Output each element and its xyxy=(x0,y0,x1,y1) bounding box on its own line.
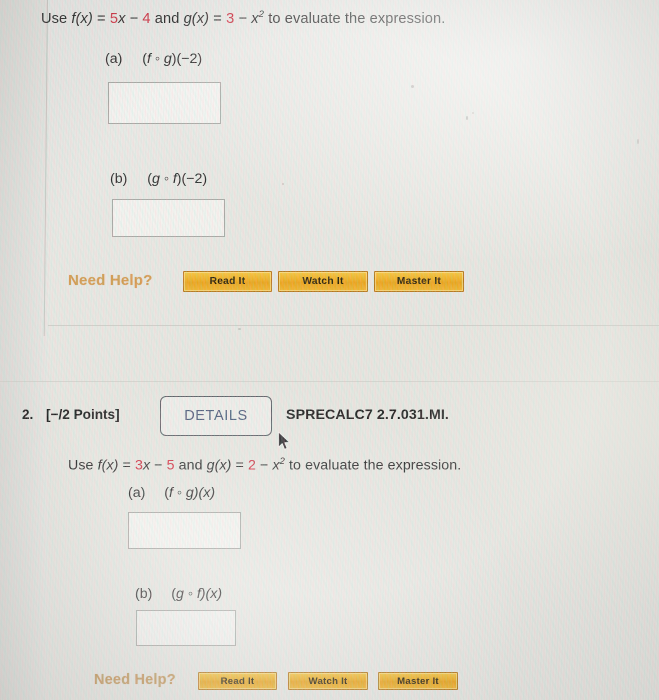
problem1-part-b-tag: (b) xyxy=(110,171,128,187)
problem2-top-divider xyxy=(0,381,659,382)
problem2-f-equals: = xyxy=(118,457,135,474)
screen-speck xyxy=(637,139,639,144)
problem1-g-variable: x xyxy=(251,10,259,27)
problem2-f-coefficient: 3 xyxy=(134,457,143,474)
problem2-g-equals: = xyxy=(231,457,248,474)
problem2-f-minus: − xyxy=(150,457,167,474)
problem2-part-b-label: (b) (g ◦ f)(x) xyxy=(135,586,222,602)
problem1-need-help-label: Need Help? xyxy=(68,272,153,289)
problem2-g-minus: − xyxy=(255,457,273,474)
problem1-part-b-answer-input[interactable] xyxy=(112,199,225,237)
mouse-pointer-icon xyxy=(278,431,290,450)
problem1-part-a-compose-ring: ◦ xyxy=(150,51,164,67)
problem2-watch-it-button[interactable]: Watch It xyxy=(288,672,368,690)
problem1-part-a-func2: g xyxy=(163,51,172,67)
problem2-part-b-func1: g xyxy=(176,586,184,602)
problem2-part-b-compose-ring: ◦ xyxy=(183,586,197,602)
problem2-g-variable: x xyxy=(272,457,280,474)
problem2-master-it-button[interactable]: Master It xyxy=(378,672,458,690)
problem2-part-b-answer-input[interactable] xyxy=(136,610,236,646)
problem1-prompt-post: to evaluate the expression. xyxy=(264,10,446,27)
page-content: Use f(x) = 5x − 4 and g(x) = 3 − x2 to e… xyxy=(0,0,659,700)
problem2-part-a-label: (a) (f ◦ g)(x) xyxy=(128,485,215,501)
problem1-prompt: Use f(x) = 5x − 4 and g(x) = 3 − x2 to e… xyxy=(41,9,445,27)
problem2-read-it-button[interactable]: Read It xyxy=(198,672,277,690)
problem2-part-a-compose-ring: ◦ xyxy=(172,485,186,501)
problem2-question-code: SPRECALC7 2.7.031.MI. xyxy=(286,407,449,423)
problem1-master-it-button[interactable]: Master It xyxy=(374,271,464,292)
problem1-part-a-tag: (a) xyxy=(105,51,123,67)
problem1-part-b-label: (b) (g ◦ f)(−2) xyxy=(110,171,207,187)
problem2-part-b-expr-close: )(x) xyxy=(200,586,223,602)
problem2-f-name: f(x) xyxy=(97,457,119,474)
problem1-part-a-answer-input[interactable] xyxy=(108,82,221,124)
problem1-g-name: g(x) xyxy=(183,10,210,27)
problem2-part-a-tag: (a) xyxy=(128,485,146,501)
problem1-read-it-button[interactable]: Read It xyxy=(183,271,272,292)
problem1-f-minus: − xyxy=(125,10,143,27)
problem2-f-constant: 5 xyxy=(166,457,175,474)
problem2-part-a-func2: g xyxy=(185,485,194,501)
screen-speck xyxy=(282,183,284,185)
problem1-and: and xyxy=(150,10,184,27)
problem1-part-a-expr-close: )(−2) xyxy=(171,51,203,67)
problem2-and: and xyxy=(174,457,207,474)
problem1-bottom-divider xyxy=(48,325,659,326)
problem2-prompt-pre: Use xyxy=(68,457,98,474)
problem1-g-equals: = xyxy=(209,10,227,27)
problem1-watch-it-button[interactable]: Watch It xyxy=(278,271,368,292)
problem2-points-badge: [−/2 Points] xyxy=(46,407,120,422)
problem2-part-a-answer-input[interactable] xyxy=(128,512,241,549)
problem1-g-minus: − xyxy=(234,10,252,27)
problem1-f-equals: = xyxy=(92,10,110,27)
problem2-g-name: g(x) xyxy=(206,457,232,474)
screen-speck xyxy=(466,116,468,120)
problem2-prompt-post: to evaluate the expression. xyxy=(284,457,462,474)
problem1-prompt-pre: Use xyxy=(41,10,72,27)
problem2-part-a-expr-close: )(x) xyxy=(193,485,216,501)
problem2-need-help-label: Need Help? xyxy=(94,672,176,688)
problem1-f-constant: 4 xyxy=(142,10,151,27)
problem2-number: 2. xyxy=(22,407,34,422)
problem1-part-b-compose-ring: ◦ xyxy=(159,171,173,187)
screen-speck xyxy=(472,112,474,114)
problem2-prompt: Use f(x) = 3x − 5 and g(x) = 2 − x2 to e… xyxy=(68,456,461,474)
problem1-part-a-label: (a) (f ◦ g)(−2) xyxy=(105,51,202,67)
problem2-details-button[interactable]: DETAILS xyxy=(160,396,272,436)
screen-speck xyxy=(238,328,241,330)
problem-left-divider xyxy=(43,0,48,336)
problem2-g-constant: 2 xyxy=(247,457,256,474)
problem1-f-name: f(x) xyxy=(71,10,93,27)
problem1-part-b-func1: g xyxy=(152,171,160,187)
screen-speck xyxy=(411,85,414,88)
problem2-part-b-tag: (b) xyxy=(135,586,153,602)
problem1-part-b-expr-close: )(−2) xyxy=(176,171,208,187)
problem1-f-coefficient: 5 xyxy=(109,10,119,27)
screenshot-canvas: Use f(x) = 5x − 4 and g(x) = 3 − x2 to e… xyxy=(0,0,659,700)
